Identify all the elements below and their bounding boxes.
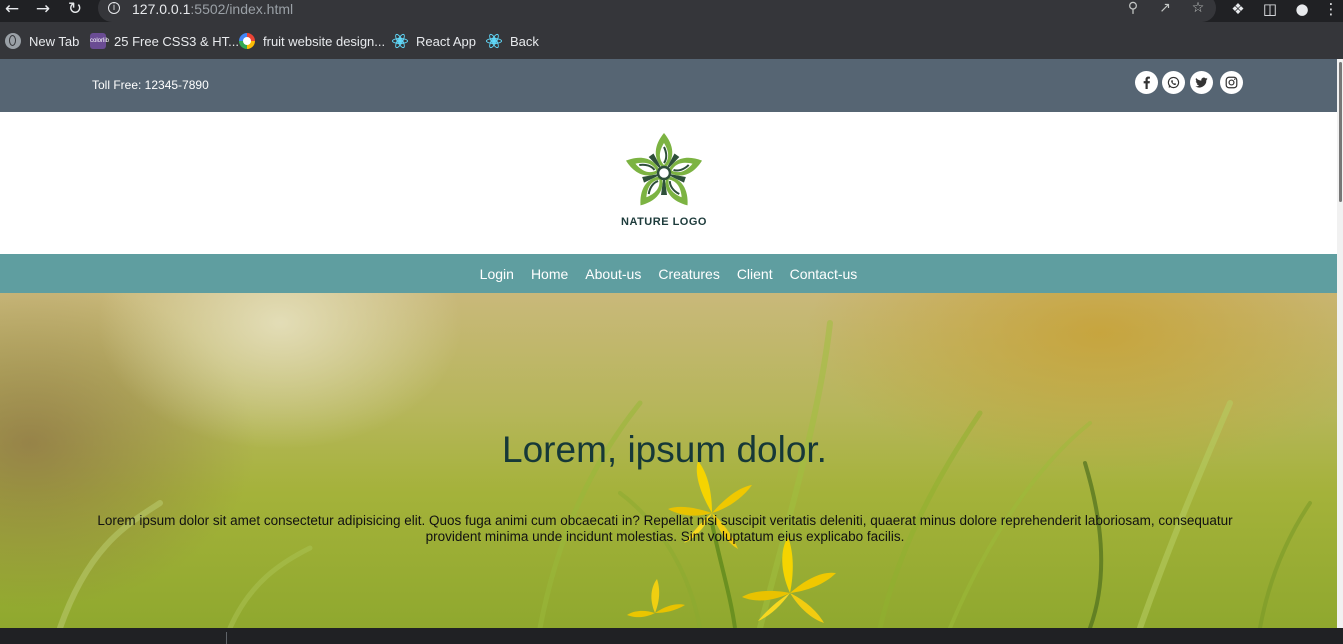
hero-paragraph: Lorem ipsum dolor sit amet consectetur a…: [97, 513, 1233, 544]
nav-login[interactable]: Login: [480, 266, 514, 282]
whatsapp-icon[interactable]: [1162, 71, 1185, 94]
profile-icon[interactable]: ●: [1291, 0, 1313, 20]
bookmarks-bar: New Tab colorlib 25 Free CSS3 & HT... fr…: [0, 22, 1343, 59]
logo-text: NATURE LOGO: [621, 216, 707, 228]
google-icon: [239, 33, 255, 49]
yellow-flower-3: [627, 579, 685, 618]
side-panel-icon[interactable]: ◫: [1259, 0, 1281, 20]
twitter-icon[interactable]: [1190, 71, 1213, 94]
scrollbar-thumb[interactable]: [1339, 62, 1342, 202]
nature-logo-icon[interactable]: [622, 131, 706, 211]
instagram-icon[interactable]: [1220, 71, 1243, 94]
url-text[interactable]: 127.0.0.1:5502/index.html: [132, 1, 293, 17]
bottom-divider: [226, 632, 227, 644]
share-icon[interactable]: ↗: [1155, 0, 1175, 17]
colorlib-icon: colorlib: [90, 33, 109, 49]
web-page: Toll Free: 12345-7890 NATURE LOGO Login …: [0, 59, 1337, 628]
site-info-icon[interactable]: i: [108, 2, 120, 14]
address-bar[interactable]: i 127.0.0.1:5502/index.html ⚲ ↗ ☆: [98, 0, 1216, 22]
hero-section: Lorem, ipsum dolor. Lorem ipsum dolor si…: [0, 293, 1337, 628]
bottom-bar: [0, 628, 1343, 644]
hero-title: Lorem, ipsum dolor.: [502, 429, 827, 470]
facebook-icon[interactable]: [1135, 71, 1158, 94]
top-info-bar: Toll Free: 12345-7890: [0, 59, 1337, 112]
bookmark-colorlib[interactable]: colorlib 25 Free CSS3 & HT...: [90, 32, 239, 50]
zoom-icon[interactable]: ⚲: [1123, 0, 1143, 17]
bookmark-react-app[interactable]: React App: [392, 32, 476, 50]
forward-arrow-icon[interactable]: →: [31, 0, 55, 20]
toll-free-text: Toll Free: 12345-7890: [92, 78, 209, 92]
reload-icon[interactable]: ↻: [63, 0, 87, 20]
bookmark-new-tab[interactable]: New Tab: [5, 32, 79, 50]
bookmark-back[interactable]: Back: [486, 32, 539, 50]
globe-icon: [5, 33, 21, 49]
react-icon: [486, 32, 502, 50]
back-arrow-icon[interactable]: ←: [0, 0, 24, 20]
browser-toolbar: ← → ↻ i 127.0.0.1:5502/index.html ⚲ ↗ ☆ …: [0, 0, 1343, 22]
nav-contact-us[interactable]: Contact-us: [790, 266, 858, 282]
main-navbar: Login Home About-us Creatures Client Con…: [0, 254, 1337, 293]
logo-section: NATURE LOGO: [0, 112, 1337, 254]
extensions-icon[interactable]: ❖: [1227, 0, 1249, 20]
bookmark-fruit-website[interactable]: fruit website design...: [239, 32, 385, 50]
nav-creatures[interactable]: Creatures: [658, 266, 719, 282]
bookmark-star-icon[interactable]: ☆: [1188, 0, 1208, 17]
menu-icon[interactable]: ⋮: [1320, 0, 1342, 20]
react-icon: [392, 32, 408, 50]
nav-about-us[interactable]: About-us: [585, 266, 641, 282]
nav-client[interactable]: Client: [737, 266, 773, 282]
yellow-flower-2: [742, 537, 836, 623]
nav-home[interactable]: Home: [531, 266, 568, 282]
